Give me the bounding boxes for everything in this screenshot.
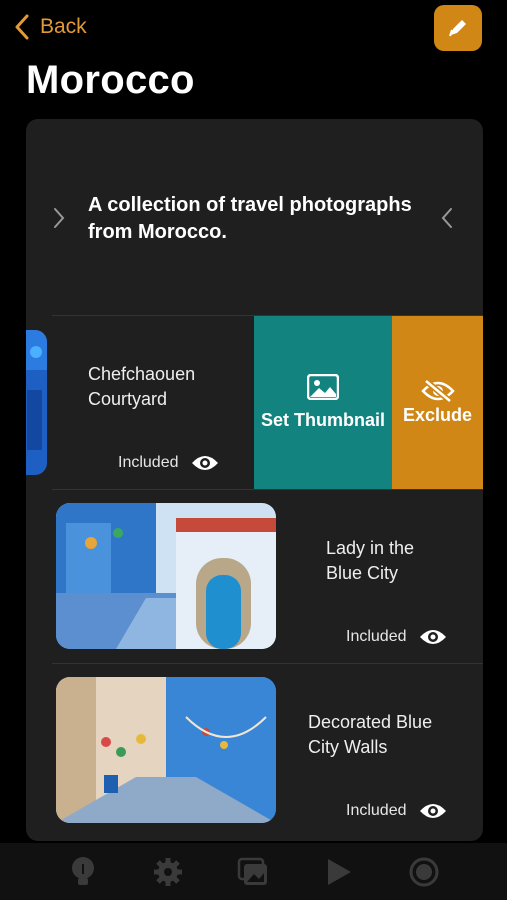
photo-title: Decorated Blue City Walls — [308, 712, 433, 757]
chevron-left-small-icon[interactable] — [440, 207, 454, 229]
status-label: Included — [118, 454, 179, 471]
chevron-left-icon — [15, 14, 29, 40]
status-label: Included — [346, 628, 407, 645]
set-thumbnail-button[interactable]: Set Thumbnail — [254, 316, 392, 489]
photo-title: Chefchaouen Courtyard — [88, 364, 196, 409]
album-card: A collection of travel photographs from … — [26, 119, 483, 841]
photo-status[interactable]: Included — [346, 628, 447, 646]
gear-icon — [154, 857, 183, 886]
photos-icon — [238, 857, 268, 885]
back-button[interactable]: Back — [14, 14, 87, 40]
photo-thumbnail — [26, 330, 47, 475]
photo-row[interactable]: Decorated Blue City Walls Included — [26, 664, 483, 837]
aperture-icon — [409, 857, 439, 886]
status-label: Included — [346, 802, 407, 819]
chevron-right-icon[interactable] — [52, 207, 66, 229]
tab-camera[interactable] — [407, 855, 441, 889]
photo-thumbnail — [56, 677, 276, 823]
edit-button[interactable] — [434, 5, 482, 51]
play-icon — [327, 858, 351, 885]
eye-icon — [191, 456, 218, 470]
page-title: Morocco — [26, 58, 195, 102]
tab-ideas[interactable] — [66, 855, 100, 889]
photo-row[interactable]: Lady in the Blue City Included — [26, 490, 483, 663]
back-label: Back — [40, 15, 87, 38]
tab-bar — [0, 843, 507, 900]
tab-settings[interactable] — [151, 855, 185, 889]
tab-photos[interactable] — [236, 855, 270, 889]
image-icon — [307, 374, 339, 400]
album-description: A collection of travel photographs from … — [88, 194, 412, 243]
photo-status[interactable]: Included — [118, 454, 219, 472]
exclude-button[interactable]: Exclude — [392, 316, 483, 489]
eye-slash-icon — [420, 379, 455, 403]
eye-icon — [419, 804, 446, 818]
eye-icon — [419, 630, 446, 644]
exclude-label: Exclude — [402, 405, 473, 425]
tab-play[interactable] — [322, 855, 356, 889]
photo-row[interactable]: Chefchaouen Courtyard Included Set Thumb… — [26, 316, 483, 489]
lightbulb-icon — [71, 856, 94, 885]
pencil-icon — [449, 20, 466, 37]
photo-status[interactable]: Included — [346, 802, 447, 820]
album-description-row[interactable]: A collection of travel photographs from … — [26, 119, 483, 315]
set-thumbnail-label: Set Thumbnail — [260, 410, 385, 430]
photo-thumbnail — [56, 503, 276, 649]
photo-title: Lady in the Blue City — [326, 538, 415, 583]
